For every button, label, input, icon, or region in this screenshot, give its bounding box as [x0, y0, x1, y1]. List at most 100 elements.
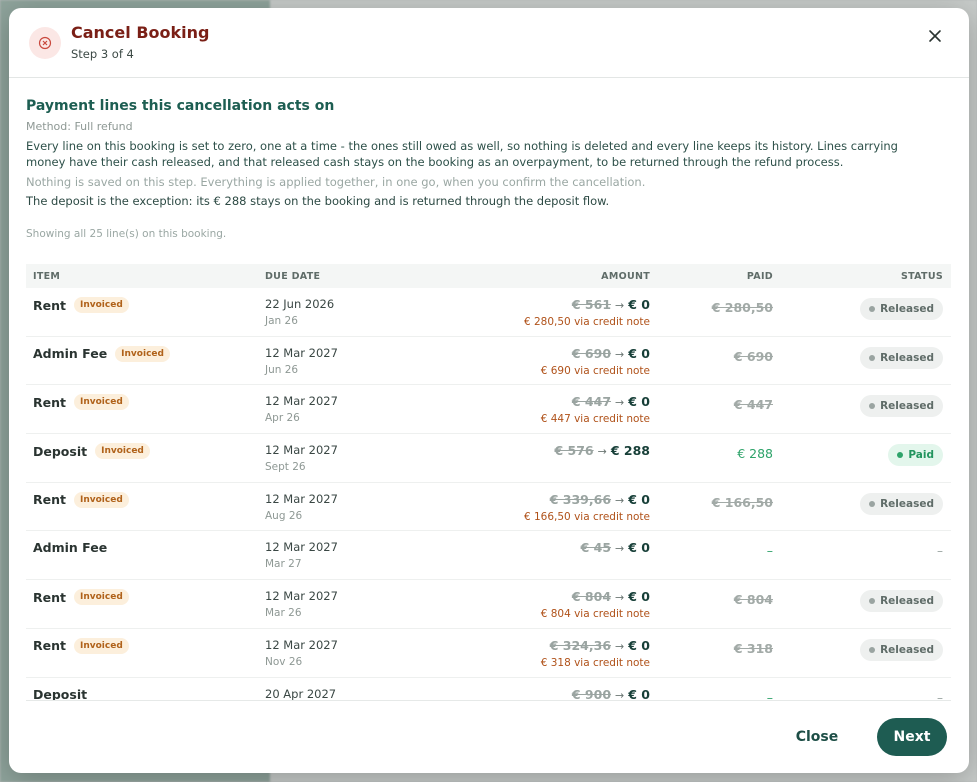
- cell-paid: –: [650, 540, 773, 559]
- dialog-title: Cancel Booking: [71, 23, 210, 42]
- old-amount: € 576: [554, 443, 594, 459]
- credit-note: € 318 via credit note: [540, 656, 650, 669]
- arrow-right-icon: →: [615, 299, 625, 312]
- cell-item: Rent Invoiced: [26, 491, 265, 508]
- due-date: 12 Mar 2027: [265, 394, 338, 409]
- cell-due-date: 22 Jun 2026 Jan 26: [265, 297, 435, 327]
- invoiced-badge: Invoiced: [95, 443, 150, 460]
- step-indicator: Step 3 of 4: [71, 47, 134, 61]
- old-amount: € 324,36: [549, 637, 612, 653]
- refund-method: Method: Full refund: [26, 120, 133, 133]
- cell-paid: –: [650, 687, 773, 701]
- status-badge: Paid: [888, 444, 943, 467]
- item-name: Deposit: [33, 443, 88, 459]
- due-date: 22 Jun 2026: [265, 297, 335, 311]
- period: Jun 26: [265, 363, 299, 376]
- cell-item: Admin Fee Invoiced: [26, 345, 265, 362]
- status-dot-icon: [869, 646, 876, 653]
- period: Aug 26: [265, 509, 303, 522]
- period: Jan 26: [265, 315, 298, 327]
- cell-item: Rent Invoiced: [26, 589, 265, 606]
- due-date: 12 Mar 2027: [265, 345, 338, 360]
- cell-amount: € 45 → € 0: [435, 540, 650, 555]
- cell-due-date: 12 Mar 2027 Mar 27: [265, 540, 435, 570]
- credit-note: € 166,50 via credit note: [523, 510, 650, 523]
- table-row: Admin Fee Invoiced 12 Mar 2027 Jun 26 € 690 →…: [26, 337, 951, 386]
- cell-item: Rent Invoiced: [26, 394, 265, 411]
- next-button[interactable]: Next: [877, 718, 947, 756]
- cell-paid: € 804: [650, 589, 773, 608]
- paid-amount: € 318: [733, 640, 773, 656]
- cell-status: Released: [773, 297, 951, 320]
- status-badge: Released: [860, 298, 943, 320]
- item-name: Admin Fee: [33, 540, 108, 556]
- period: Mar 27: [265, 558, 302, 571]
- arrow-right-icon: →: [615, 591, 625, 605]
- credit-note: € 690 via credit note: [540, 364, 650, 377]
- cell-amount: € 900 → € 0: [435, 686, 650, 701]
- table-row: Deposit 20 Apr 2027 € 900 → € 0– –: [26, 678, 951, 701]
- payment-lines-table[interactable]: ITEM DUE DATE AMOUNT PAID STATUS Rent Inv…: [26, 264, 951, 701]
- col-item: ITEM: [33, 270, 61, 282]
- due-date: 12 Mar 2027: [265, 589, 338, 604]
- cell-due-date: 12 Mar 2027 Sept 26: [265, 443, 435, 473]
- close-button[interactable]: Close: [787, 718, 847, 756]
- credit-note: € 447 via credit note: [540, 413, 650, 426]
- new-amount: € 0: [628, 686, 650, 701]
- old-amount: € 447: [571, 394, 612, 410]
- cell-paid: € 690: [650, 346, 773, 365]
- cell-due-date: 12 Mar 2027 Aug 26: [265, 492, 435, 522]
- due-date: 12 Mar 2027: [265, 637, 338, 652]
- status-badge: Released: [860, 346, 943, 369]
- status-badge: Released: [860, 638, 943, 661]
- item-name: Rent: [33, 394, 66, 410]
- old-amount: € 804: [571, 589, 612, 605]
- table-row: Deposit Invoiced 12 Mar 2027 Sept 26 € 576 → €…: [26, 434, 951, 483]
- period: Apr 26: [265, 412, 300, 425]
- status-dot-icon: [869, 306, 876, 312]
- paid-amount: € 166,50: [711, 494, 773, 510]
- line-count: Showing all 25 line(s) on this booking.: [26, 228, 227, 240]
- cell-paid: € 280,50: [650, 297, 773, 316]
- col-paid: PAID: [746, 270, 773, 282]
- status-label: Released: [880, 303, 934, 315]
- paid-amount: € 690: [733, 348, 773, 364]
- status-dot-icon: [869, 598, 876, 605]
- arrow-right-icon: →: [597, 445, 607, 459]
- table-body: Rent Invoiced 22 Jun 2026 Jan 26 € 561 → € 0 € …: [26, 288, 951, 701]
- cell-paid: € 318: [650, 638, 773, 657]
- cell-status: Released: [773, 589, 951, 613]
- col-status: STATUS: [900, 270, 943, 282]
- col-due-date: DUE DATE: [265, 270, 321, 282]
- dialog-header: Cancel Booking Step 3 of 4: [9, 8, 969, 78]
- close-icon[interactable]: [925, 26, 945, 46]
- status-badge: Released: [860, 590, 943, 613]
- cell-item: Rent Invoiced: [26, 297, 265, 313]
- paid-amount: € 447: [733, 397, 773, 413]
- item-name: Rent: [33, 589, 66, 605]
- invoiced-badge: Invoiced: [73, 297, 129, 313]
- arrow-right-icon: →: [615, 688, 625, 701]
- due-date: 12 Mar 2027: [265, 443, 338, 458]
- cell-paid: € 288: [650, 443, 773, 462]
- paid-amount: € 280,50: [711, 300, 773, 315]
- cancel-booking-dialog: Cancel Booking Step 3 of 4 Payment lines…: [9, 8, 969, 773]
- item-name: Rent: [33, 297, 66, 313]
- cell-paid: € 447: [650, 394, 773, 413]
- credit-note: € 804 via credit note: [540, 608, 650, 621]
- status-dot-icon: [869, 354, 876, 361]
- item-name: Rent: [33, 492, 66, 508]
- cell-status: Released: [773, 394, 951, 418]
- cell-amount: € 561 → € 0 € 280,50 via credit note: [435, 297, 650, 328]
- table-row: Rent Invoiced 22 Jun 2026 Jan 26 € 561 → € 0 € …: [26, 288, 951, 337]
- status-label: –: [937, 690, 943, 701]
- cell-amount: € 324,36 → € 0 € 318 via credit note: [435, 638, 650, 669]
- new-amount: € 0: [628, 297, 650, 312]
- old-amount: € 561: [571, 297, 612, 312]
- arrow-right-icon: →: [615, 347, 625, 361]
- explanation-text: Every line on this booking is set to zer…: [26, 139, 898, 169]
- status-dot-icon: [869, 500, 876, 507]
- status-label: Released: [880, 497, 934, 510]
- paid-amount: € 288: [737, 446, 773, 462]
- paid-amount: € 804: [733, 592, 773, 608]
